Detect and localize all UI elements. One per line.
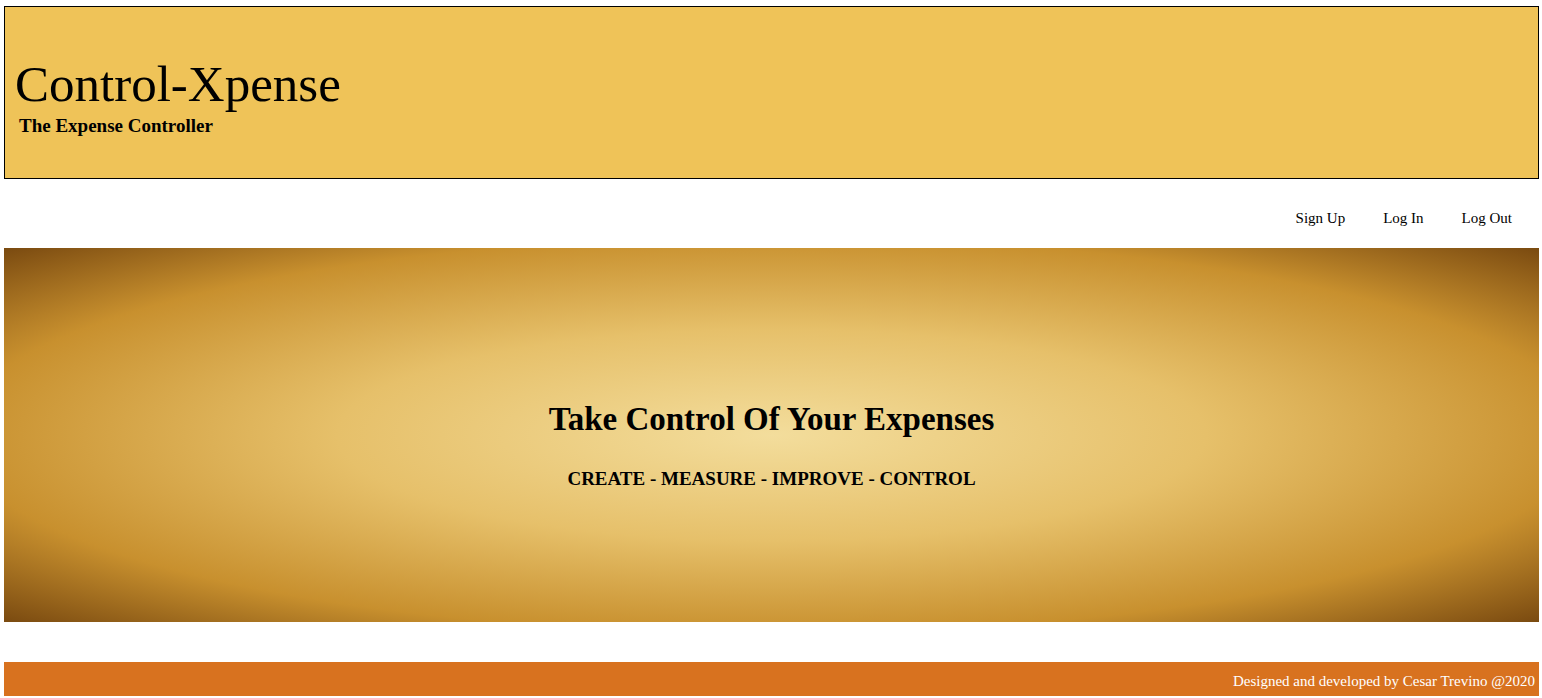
- nav-link[interactable]: Log In: [1383, 210, 1423, 227]
- site-title[interactable]: Control-Xpense: [15, 56, 1528, 112]
- hero-heading: Take Control Of Your Expenses: [549, 400, 995, 440]
- hero-tagline: CREATE - MEASURE - IMPROVE - CONTROL: [567, 468, 975, 490]
- site-subtitle: The Expense Controller: [19, 115, 1528, 137]
- site-header: Control-Xpense The Expense Controller: [4, 6, 1539, 179]
- nav-bar: Sign Up Log In Log Out: [4, 179, 1539, 248]
- site-footer: Designed and developed by Cesar Trevino …: [4, 662, 1539, 696]
- nav-link[interactable]: Log Out: [1462, 210, 1512, 227]
- nav-link[interactable]: Sign Up: [1296, 210, 1346, 227]
- footer-text: Designed and developed by Cesar Trevino …: [1233, 673, 1535, 690]
- page: Control-Xpense The Expense Controller Si…: [0, 0, 1542, 698]
- hero-banner: Take Control Of Your Expenses CREATE - M…: [4, 248, 1539, 622]
